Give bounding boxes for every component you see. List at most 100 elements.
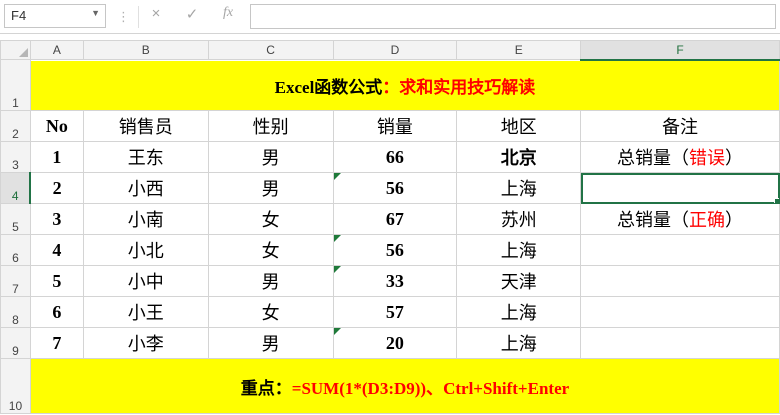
cell-b8[interactable]: 小王 [82,296,209,328]
column-header-f[interactable]: F [580,40,780,61]
cell-b7[interactable]: 小中 [82,265,209,297]
cell-e3[interactable]: 北京 [456,141,582,173]
note-label: 总销量 [617,148,672,168]
cell-c9[interactable]: 男 [207,327,334,359]
fill-handle[interactable] [774,198,779,203]
cell-d5[interactable]: 67 [332,203,458,235]
cell-d9[interactable]: 20 [332,327,458,359]
cell-e9[interactable]: 上海 [456,327,582,359]
row-header-9[interactable]: 9 [0,327,31,359]
header-note[interactable]: 备注 [580,110,780,142]
column-header-a[interactable]: A [29,40,84,60]
title-suffix: ：求和实用技巧解读 [382,77,536,97]
name-box[interactable]: F4 ▼ [4,4,106,28]
cell-e6[interactable]: 上海 [456,234,582,266]
cell-c4[interactable]: 男 [207,172,334,204]
error-indicator-icon [334,173,341,180]
cell-f4-active[interactable] [580,172,780,204]
cell-b5[interactable]: 小南 [82,203,209,235]
sheet-table: A B C D E F 1 Excel函数公式：求和实用技巧解读 2 No 销售… [0,40,780,414]
cell-d4-value: 56 [385,177,404,198]
cell-a8[interactable]: 6 [29,296,84,328]
error-indicator-icon [334,266,341,273]
title-prefix: Excel函数公式 [274,77,383,97]
header-region[interactable]: 地区 [456,110,582,142]
cell-b6[interactable]: 小北 [82,234,209,266]
formula-input[interactable] [250,4,776,29]
cell-f5[interactable]: 总销量（正确） [580,203,780,235]
drag-handle-icon[interactable]: ⋮ [117,9,130,25]
confirm-icon[interactable]: ✓ [182,5,202,23]
cell-d4[interactable]: 56 [332,172,458,204]
cell-d6-value: 56 [385,239,404,260]
cell-c5[interactable]: 女 [207,203,334,235]
spreadsheet-grid: A B C D E F 1 Excel函数公式：求和实用技巧解读 2 No 销售… [0,40,780,414]
note-status-correct: 正确 [689,210,726,230]
cell-e4[interactable]: 上海 [456,172,582,204]
cell-b9[interactable]: 小李 [82,327,209,359]
header-sales[interactable]: 销量 [332,110,458,142]
row-header-4[interactable]: 4 [0,172,32,204]
row-header-10[interactable]: 10 [0,358,31,414]
cell-c3[interactable]: 男 [207,141,334,173]
cell-d6[interactable]: 56 [332,234,458,266]
cell-e5[interactable]: 苏州 [456,203,582,235]
error-indicator-icon [334,328,341,335]
row-header-6[interactable]: 6 [0,234,31,266]
cell-f6[interactable] [580,234,780,266]
note-status-wrong: 错误 [689,148,726,168]
cell-e8[interactable]: 上海 [456,296,582,328]
name-box-value: F4 [11,8,27,23]
cell-d9-value: 20 [385,332,404,353]
cell-a6[interactable]: 4 [29,234,84,266]
header-no[interactable]: No [29,110,84,142]
insert-function-icon[interactable]: fx [218,5,238,21]
cell-f8[interactable] [580,296,780,328]
cancel-icon[interactable]: × [146,5,166,22]
column-header-d[interactable]: D [332,40,458,60]
row-header-7[interactable]: 7 [0,265,31,297]
note-open: （ [671,210,690,230]
cell-a4[interactable]: 2 [29,172,84,204]
column-header-c[interactable]: C [207,40,334,60]
cell-a3[interactable]: 1 [29,141,84,173]
footer-label: 重点： [240,378,292,398]
footer-formula: =SUM(1*(D3:D9))、Ctrl+Shift+Enter [291,378,570,398]
cell-d8[interactable]: 57 [332,296,458,328]
header-gender[interactable]: 性别 [207,110,334,142]
note-label: 总销量 [617,210,672,230]
column-header-b[interactable]: B [82,40,209,60]
cell-d3[interactable]: 66 [332,141,458,173]
cell-c8[interactable]: 女 [207,296,334,328]
sheet-footer[interactable]: 重点：=SUM(1*(D3:D9))、Ctrl+Shift+Enter [29,358,780,414]
cell-c7[interactable]: 男 [207,265,334,297]
cell-a5[interactable]: 3 [29,203,84,235]
cell-f9[interactable] [580,327,780,359]
chevron-down-icon[interactable]: ▼ [91,8,100,18]
cell-e7[interactable]: 天津 [456,265,582,297]
cell-f7[interactable] [580,265,780,297]
row-header-5[interactable]: 5 [0,203,31,235]
sheet-title[interactable]: Excel函数公式：求和实用技巧解读 [29,59,780,111]
select-all-corner[interactable] [0,40,31,60]
cell-f3[interactable]: 总销量（错误） [580,141,780,173]
cell-d7-value: 33 [385,270,404,291]
cell-b3[interactable]: 王东 [82,141,209,173]
note-open: （ [671,148,690,168]
note-close: ） [725,148,744,168]
cell-c6[interactable]: 女 [207,234,334,266]
formula-bar-divider [138,6,139,28]
column-header-e[interactable]: E [456,40,582,60]
row-header-2[interactable]: 2 [0,110,31,142]
row-header-1[interactable]: 1 [0,59,31,111]
cell-b4[interactable]: 小西 [82,172,209,204]
cell-a7[interactable]: 5 [29,265,84,297]
row-header-8[interactable]: 8 [0,296,31,328]
row-header-3[interactable]: 3 [0,141,31,173]
note-close: ） [725,210,744,230]
select-all-icon [18,48,28,57]
header-salesperson[interactable]: 销售员 [82,110,209,142]
formula-bar: F4 ▼ ⋮ × ✓ fx [0,0,780,34]
cell-a9[interactable]: 7 [29,327,84,359]
cell-d7[interactable]: 33 [332,265,458,297]
